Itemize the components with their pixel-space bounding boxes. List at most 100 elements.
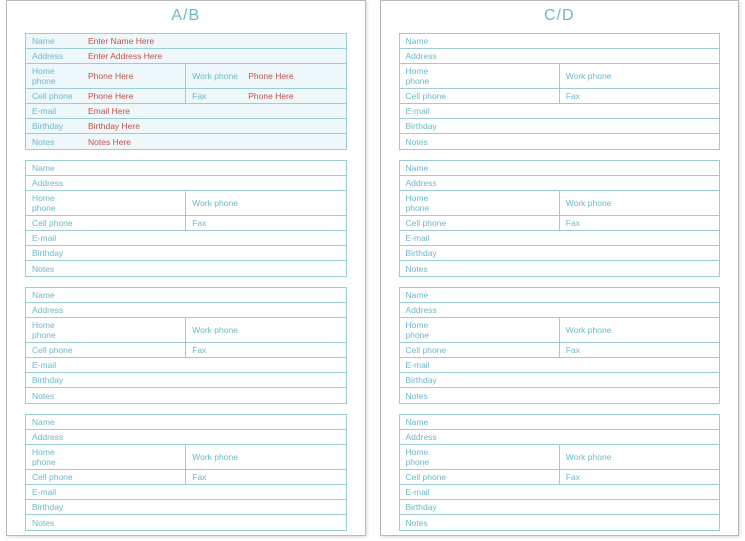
value-cell-phone[interactable] bbox=[84, 221, 185, 225]
label-fax: Fax bbox=[560, 470, 618, 484]
label-name: Name bbox=[26, 415, 84, 429]
label-work-phone: Work phone bbox=[560, 196, 618, 210]
label-name: Name bbox=[26, 161, 84, 175]
value-cell-phone[interactable]: Phone Here bbox=[84, 89, 185, 103]
label-fax: Fax bbox=[186, 89, 244, 103]
label-cell-phone: Cell phone bbox=[26, 89, 84, 103]
value-work-phone[interactable] bbox=[244, 201, 345, 205]
label-name: Name bbox=[26, 288, 84, 302]
label-home-phone: Home phone bbox=[26, 64, 84, 88]
label-address: Address bbox=[26, 430, 84, 444]
value-fax[interactable]: Phone Here bbox=[244, 89, 345, 103]
label-notes: Notes bbox=[26, 135, 84, 149]
value-email[interactable] bbox=[84, 236, 346, 240]
label-cell-phone: Cell phone bbox=[26, 343, 84, 357]
label-home-phone: Home phone bbox=[400, 318, 458, 342]
label-cell-phone: Cell phone bbox=[400, 470, 458, 484]
label-work-phone: Work phone bbox=[186, 450, 244, 464]
label-work-phone: Work phone bbox=[560, 69, 618, 83]
label-home-phone: Home phone bbox=[400, 191, 458, 215]
label-home-phone: Home phone bbox=[26, 191, 84, 215]
page-ab: A/B Name Enter Name Here Address Enter A… bbox=[6, 0, 366, 536]
value-notes[interactable] bbox=[84, 267, 346, 271]
label-cell-phone: Cell phone bbox=[26, 216, 84, 230]
label-address: Address bbox=[400, 303, 458, 317]
label-name: Name bbox=[400, 288, 458, 302]
label-birthday: Birthday bbox=[26, 373, 84, 387]
value-fax[interactable] bbox=[244, 221, 345, 225]
label-home-phone: Home phone bbox=[26, 445, 84, 469]
label-email: E-mail bbox=[26, 485, 84, 499]
row-email: E-mail Email Here bbox=[26, 104, 346, 119]
label-home-phone: Home phone bbox=[400, 64, 458, 88]
label-name: Name bbox=[400, 161, 458, 175]
page-title-cd: C/D bbox=[399, 7, 721, 25]
label-notes: Notes bbox=[26, 262, 84, 276]
label-birthday: Birthday bbox=[26, 119, 84, 133]
label-cell-phone: Cell phone bbox=[400, 89, 458, 103]
label-fax: Fax bbox=[186, 216, 244, 230]
label-fax: Fax bbox=[560, 89, 618, 103]
label-birthday: Birthday bbox=[400, 500, 458, 514]
value-address[interactable]: Enter Address Here bbox=[84, 49, 346, 63]
row-phones-2: Cell phone Phone Here Fax Phone Here bbox=[26, 89, 346, 104]
label-address: Address bbox=[26, 176, 84, 190]
contact-card: Name Enter Name Here Address Enter Addre… bbox=[25, 33, 347, 150]
label-birthday: Birthday bbox=[400, 246, 458, 260]
label-name: Name bbox=[400, 415, 458, 429]
label-address: Address bbox=[400, 176, 458, 190]
label-cell-phone: Cell phone bbox=[400, 343, 458, 357]
label-work-phone: Work phone bbox=[186, 196, 244, 210]
label-fax: Fax bbox=[560, 343, 618, 357]
contact-card: Name Address Home phoneWork phone Cell p… bbox=[399, 414, 721, 531]
label-notes: Notes bbox=[26, 389, 84, 403]
value-name[interactable]: Enter Name Here bbox=[84, 34, 346, 48]
label-name: Name bbox=[26, 34, 84, 48]
contact-card: Name Address Home phone Work phone Cell p… bbox=[399, 287, 721, 404]
label-notes: Notes bbox=[26, 516, 84, 530]
page-title-ab: A/B bbox=[25, 7, 347, 25]
row-name: Name Enter Name Here bbox=[26, 34, 346, 49]
label-email: E-mail bbox=[400, 231, 458, 245]
label-notes: Notes bbox=[400, 135, 458, 149]
value-work-phone[interactable]: Phone Here bbox=[244, 69, 345, 83]
value-home-phone[interactable] bbox=[84, 201, 185, 205]
value-address[interactable] bbox=[84, 181, 346, 185]
label-fax: Fax bbox=[560, 216, 618, 230]
label-email: E-mail bbox=[26, 358, 84, 372]
label-address: Address bbox=[400, 430, 458, 444]
label-email: E-mail bbox=[400, 485, 458, 499]
label-work-phone: Work phone bbox=[560, 450, 618, 464]
label-cell-phone: Cell phone bbox=[400, 216, 458, 230]
label-work-phone: Work phone bbox=[560, 323, 618, 337]
row-phones-1: Home phone Phone Here Work phone Phone H… bbox=[26, 64, 346, 89]
label-home-phone: Home phone bbox=[26, 318, 84, 342]
row-address: Address Enter Address Here bbox=[26, 49, 346, 64]
row-birthday: Birthday Birthday Here bbox=[26, 119, 346, 134]
label-birthday: Birthday bbox=[26, 246, 84, 260]
label-cell-phone: Cell phone bbox=[26, 470, 84, 484]
label-fax: Fax bbox=[186, 470, 244, 484]
label-address: Address bbox=[26, 49, 84, 63]
value-birthday[interactable] bbox=[84, 251, 346, 255]
label-address: Address bbox=[400, 49, 458, 63]
value-name[interactable] bbox=[84, 166, 346, 170]
label-notes: Notes bbox=[400, 262, 458, 276]
value-notes[interactable]: Notes Here bbox=[84, 135, 346, 149]
label-birthday: Birthday bbox=[400, 119, 458, 133]
contact-card: Name Address Home phone Work phone Cell p… bbox=[25, 414, 347, 531]
label-work-phone: Work phone bbox=[186, 69, 244, 83]
value-birthday[interactable]: Birthday Here bbox=[84, 119, 346, 133]
contact-card: Name Address Home phone Work phone Cell p… bbox=[399, 160, 721, 277]
cell-cell-phone: Cell phone Phone Here bbox=[26, 89, 186, 103]
label-email: E-mail bbox=[400, 104, 458, 118]
label-name: Name bbox=[400, 34, 458, 48]
value-email[interactable]: Email Here bbox=[84, 104, 346, 118]
label-fax: Fax bbox=[186, 343, 244, 357]
value-home-phone[interactable]: Phone Here bbox=[84, 69, 185, 83]
contact-card: Name Address Home phone Work phone Cell p… bbox=[399, 33, 721, 150]
label-notes: Notes bbox=[400, 389, 458, 403]
label-email: E-mail bbox=[400, 358, 458, 372]
label-notes: Notes bbox=[400, 516, 458, 530]
label-birthday: Birthday bbox=[400, 373, 458, 387]
